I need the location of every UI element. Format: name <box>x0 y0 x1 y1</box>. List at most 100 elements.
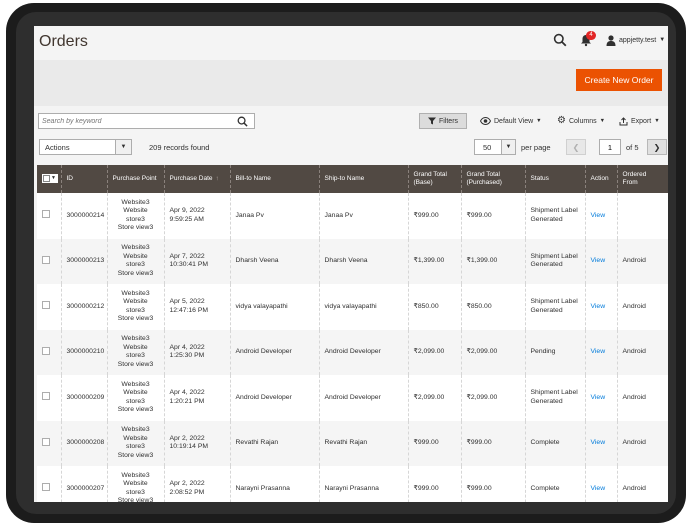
mass-select-header[interactable]: ▼ <box>37 165 62 193</box>
purchase-point-site: Website <box>123 343 148 351</box>
column-header-ship-to-name[interactable]: Ship-to Name <box>319 165 409 193</box>
search-icon[interactable] <box>237 116 248 127</box>
purchase-point-website: Website3 <box>121 380 150 388</box>
view-order-link[interactable]: View <box>591 212 606 219</box>
purchase-point-website: Website3 <box>121 335 150 343</box>
bill-to-name: Android Developer <box>230 375 320 421</box>
grand-total-base: ₹999.00 <box>408 466 462 502</box>
mass-select-checkbox[interactable]: ▼ <box>42 173 58 183</box>
grand-total-purchased: ₹999.00 <box>461 466 526 502</box>
user-icon <box>606 34 616 46</box>
table-row[interactable]: 3000000209 Website3 Website store3 Store vie… <box>37 375 668 421</box>
column-header-grand-total-purchased[interactable]: Grand Total (Purchased) <box>461 165 526 193</box>
column-header-purchase-date[interactable]: Purchase Date ↑ <box>164 165 231 193</box>
column-header-grand-total-base[interactable]: Grand Total (Base) <box>408 165 462 193</box>
per-page-select[interactable]: 50 ▼ <box>474 139 516 155</box>
purchase-point-view: Store view3 <box>117 315 154 323</box>
current-page-input[interactable] <box>599 139 621 155</box>
per-page-label: per page <box>521 143 551 152</box>
action-cell: View <box>585 193 618 239</box>
order-id: 3000000214 <box>61 193 108 239</box>
purchase-point-website: Website3 <box>121 198 150 206</box>
filters-label: Filters <box>438 117 459 125</box>
export-dropdown[interactable]: Export ▼ <box>619 113 660 129</box>
row-checkbox[interactable] <box>42 210 50 218</box>
column-header-status[interactable]: Status <box>525 165 586 193</box>
chevron-down-icon: ▼ <box>654 118 660 124</box>
funnel-icon <box>427 117 436 125</box>
view-order-link[interactable]: View <box>591 348 606 355</box>
table-row[interactable]: 3000000207 Website3 Website store3 Store vie… <box>37 466 668 502</box>
table-row[interactable]: 3000000214 Website3 Website store3 Store vie… <box>37 193 668 239</box>
grand-total-base: ₹999.00 <box>408 193 462 239</box>
notification-badge: 4 <box>586 31 596 40</box>
order-id: 3000000212 <box>61 284 108 330</box>
create-new-order-button[interactable]: Create New Order <box>576 69 662 91</box>
purchase-date: Apr 5, 2022 12:47:16 PM <box>164 284 231 330</box>
purchase-point: Website3 Website store3 Store view3 <box>107 420 165 466</box>
purchase-date: Apr 2, 2022 10:19:14 PM <box>164 420 231 466</box>
view-order-link[interactable]: View <box>591 257 606 264</box>
search-input[interactable] <box>42 115 227 127</box>
view-order-link[interactable]: View <box>591 303 606 310</box>
purchase-point-site: Website <box>123 207 148 215</box>
order-id: 3000000209 <box>61 375 108 421</box>
purchase-point-website: Website3 <box>121 426 150 434</box>
column-header-purchase-point[interactable]: Purchase Point <box>107 165 165 193</box>
mass-actions-select[interactable]: Actions ▼ <box>39 139 132 155</box>
purchase-point: Website3 Website store3 Store view3 <box>107 238 165 284</box>
purchase-date: Apr 4, 2022 1:20:21 PM <box>164 375 231 421</box>
next-page-button[interactable]: ❯ <box>647 139 667 155</box>
grand-total-base: ₹850.00 <box>408 284 462 330</box>
column-header-bill-to-name[interactable]: Bill-to Name <box>230 165 320 193</box>
default-view-dropdown[interactable]: Default View ▼ <box>480 113 542 129</box>
purchase-point-site: Website <box>123 298 148 306</box>
purchase-point-website: Website3 <box>121 289 150 297</box>
purchase-point-site: Website <box>123 389 148 397</box>
order-id: 3000000210 <box>61 329 108 375</box>
table-row[interactable]: 3000000210 Website3 Website store3 Store vie… <box>37 329 668 375</box>
purchase-point-view: Store view3 <box>117 406 154 414</box>
row-checkbox[interactable] <box>42 255 50 264</box>
row-checkbox[interactable] <box>42 346 50 355</box>
previous-page-button[interactable]: ❮ <box>566 139 586 155</box>
purchase-point-site: Website <box>123 480 148 488</box>
table-row[interactable]: 3000000208 Website3 Website store3 Store vie… <box>37 420 668 466</box>
columns-dropdown[interactable]: ⚙ Columns ▼ <box>557 113 605 129</box>
table-row[interactable]: 3000000213 Website3 Website store3 Store vie… <box>37 238 668 284</box>
filters-button[interactable]: Filters <box>419 113 467 129</box>
purchase-date: Apr 9, 2022 9:59:25 AM <box>164 193 231 239</box>
chevron-down-icon: ▼ <box>501 140 515 154</box>
keyword-search <box>38 113 255 129</box>
ordered-from: Android <box>617 466 668 502</box>
grand-total-purchased: ₹850.00 <box>461 284 526 330</box>
order-status: Shipment Label Generated <box>525 238 586 284</box>
action-cell: View <box>585 284 618 330</box>
view-order-link[interactable]: View <box>591 485 606 492</box>
action-cell: View <box>585 238 618 284</box>
purchase-point-store: store3 <box>126 261 145 269</box>
column-header-ordered-from[interactable]: Ordered From <box>617 165 668 193</box>
search-icon[interactable] <box>553 33 567 47</box>
page-actions-bar <box>34 60 668 106</box>
table-row[interactable]: 3000000212 Website3 Website store3 Store vie… <box>37 284 668 330</box>
grand-total-base: ₹2,099.00 <box>408 375 462 421</box>
row-checkbox[interactable] <box>42 483 50 491</box>
row-checkbox[interactable] <box>42 392 50 400</box>
row-checkbox[interactable] <box>42 301 50 309</box>
action-cell: View <box>585 466 618 502</box>
user-menu[interactable]: appjetty.test ▼ <box>606 33 665 47</box>
row-checkbox[interactable] <box>42 437 50 446</box>
column-header-id[interactable]: ID <box>61 165 108 193</box>
purchase-point-store: store3 <box>126 443 145 451</box>
ship-to-name: vidya valayapathi <box>319 284 409 330</box>
order-id: 3000000207 <box>61 466 108 502</box>
order-status: Shipment Label Generated <box>525 375 586 421</box>
ordered-from: Android <box>617 420 668 466</box>
row-select-cell <box>37 375 62 421</box>
view-order-link[interactable]: View <box>591 394 606 401</box>
admin-screen: Orders 4 appjetty.test ▼ Create New Orde… <box>34 26 668 502</box>
view-order-link[interactable]: View <box>591 439 606 446</box>
purchase-point-view: Store view3 <box>117 497 154 502</box>
purchase-date-header-label: Purchase Date <box>169 175 213 182</box>
